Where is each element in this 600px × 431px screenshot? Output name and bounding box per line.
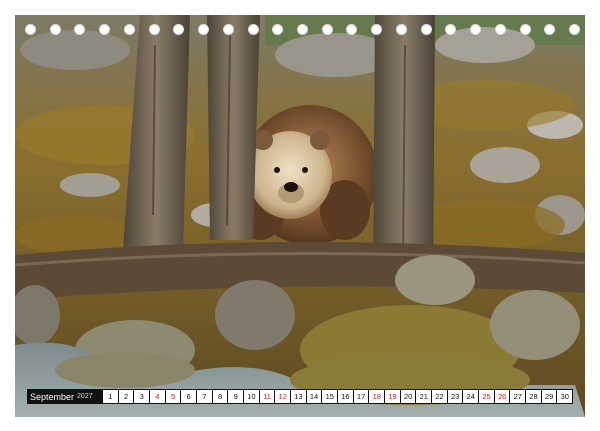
day-cell: 29 [541,390,557,403]
day-cell: 14 [306,390,322,403]
binding-hole [519,24,531,35]
binding-hole [198,24,210,35]
binding-hole [544,24,556,35]
calendar-strip: September 2027 1 2 3 4 5 6 7 8 9 10 11 12 13 14 15 16 17… [27,389,573,404]
day-cell: 3 [134,390,150,403]
binding-hole [272,24,284,35]
binding-hole [494,24,506,35]
day-cell: 8 [212,390,228,403]
binding-hole [74,24,86,35]
day-cell: 27 [510,390,526,403]
binding-hole [173,24,185,35]
calendar-page: September 2027 1 2 3 4 5 6 7 8 9 10 11 12 13 14 15 16 17… [0,0,600,431]
day-cell: 7 [197,390,212,403]
binding-holes [0,24,600,38]
binding-hole [148,24,160,35]
grizzly-bear-photo [15,15,585,417]
binding-hole [123,24,135,35]
day-cell: 25 [479,390,494,403]
binding-hole [569,24,580,35]
day-cell: 5 [165,390,181,403]
binding-hole [247,24,259,35]
binding-hole [99,24,111,35]
day-cell: 16 [338,390,353,403]
day-cell: 2 [118,390,134,403]
month-name: September [30,391,75,402]
day-cell: 30 [557,390,573,403]
day-cell: 4 [150,390,165,403]
binding-hole [445,24,457,35]
day-cell: 15 [322,390,338,403]
day-cells: 1 2 3 4 5 6 7 8 9 10 11 12 13 14 15 16 17 18 19 20 21 22 23 24 2… [103,390,573,403]
day-cell: 12 [275,390,291,403]
month-label: September 2027 [27,392,103,402]
binding-hole [371,24,383,35]
year-label: 2027 [77,393,93,400]
day-cell: 11 [259,390,275,403]
day-cell: 17 [353,390,369,403]
binding-hole [321,24,333,35]
day-cell: 26 [494,390,510,403]
binding-hole [297,24,308,35]
day-cell: 22 [432,390,447,403]
day-cell: 9 [228,390,244,403]
day-cell: 10 [244,390,259,403]
day-cell: 20 [400,390,416,403]
day-cell: 19 [385,390,400,403]
day-cell: 28 [526,390,541,403]
binding-hole [222,24,234,35]
day-cell: 23 [447,390,463,403]
day-cell: 18 [369,390,385,403]
binding-hole [470,24,482,35]
day-cell: 6 [181,390,197,403]
day-cell: 21 [416,390,432,403]
bear-scene [15,15,585,417]
binding-hole [420,24,432,35]
day-cell: 1 [103,390,118,403]
binding-hole [395,24,407,35]
binding-hole [49,24,61,35]
binding-hole [346,24,358,35]
day-cell: 24 [463,390,479,403]
binding-hole [25,24,36,35]
day-cell: 13 [291,390,306,403]
